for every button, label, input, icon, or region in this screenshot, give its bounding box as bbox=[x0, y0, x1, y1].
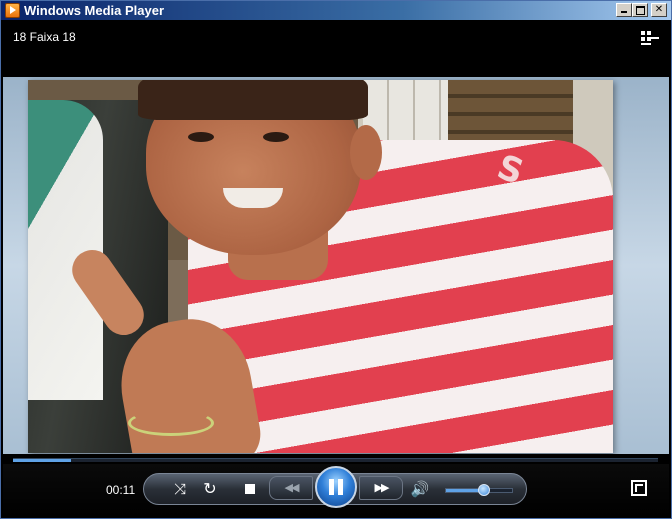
pause-icon bbox=[329, 479, 334, 495]
volume-slider[interactable] bbox=[445, 484, 513, 496]
minimize-button[interactable] bbox=[616, 3, 632, 17]
maximize-button[interactable] bbox=[632, 3, 648, 17]
volume-thumb[interactable] bbox=[478, 484, 490, 496]
close-button[interactable]: ✕ bbox=[651, 3, 667, 17]
speaker-icon[interactable]: 🔊 bbox=[409, 479, 431, 499]
fullscreen-icon[interactable] bbox=[631, 480, 647, 496]
now-playing-bar: 18 Faixa 18 bbox=[3, 21, 669, 76]
play-pause-button[interactable] bbox=[315, 466, 357, 508]
repeat-icon[interactable]: ↻ bbox=[199, 479, 221, 499]
window-title: Windows Media Player bbox=[24, 3, 165, 18]
seek-track[interactable] bbox=[13, 458, 658, 462]
next-button[interactable]: ▶▶ bbox=[359, 476, 403, 500]
media-player-window: Windows Media Player ✕ 18 Faixa 18 S 00:… bbox=[0, 0, 672, 519]
wmp-app-icon[interactable] bbox=[5, 3, 20, 18]
title-bar[interactable]: Windows Media Player ✕ bbox=[1, 1, 671, 20]
track-title: 18 Faixa 18 bbox=[13, 30, 76, 44]
previous-button[interactable]: ◀◀ bbox=[269, 476, 313, 500]
shuffle-icon[interactable]: ⤨ bbox=[169, 479, 191, 499]
switch-to-library-icon[interactable] bbox=[639, 29, 659, 47]
seek-bar[interactable] bbox=[3, 454, 669, 464]
transport-controls: 00:11 ⤨ ↻ ◀◀ ▶▶ 🔊 bbox=[3, 464, 669, 517]
album-art-image: S bbox=[28, 80, 613, 453]
elapsed-time: 00:11 bbox=[106, 483, 136, 497]
seek-progress bbox=[13, 459, 71, 462]
video-display-area[interactable]: S bbox=[3, 77, 669, 454]
stop-icon[interactable] bbox=[241, 480, 259, 498]
